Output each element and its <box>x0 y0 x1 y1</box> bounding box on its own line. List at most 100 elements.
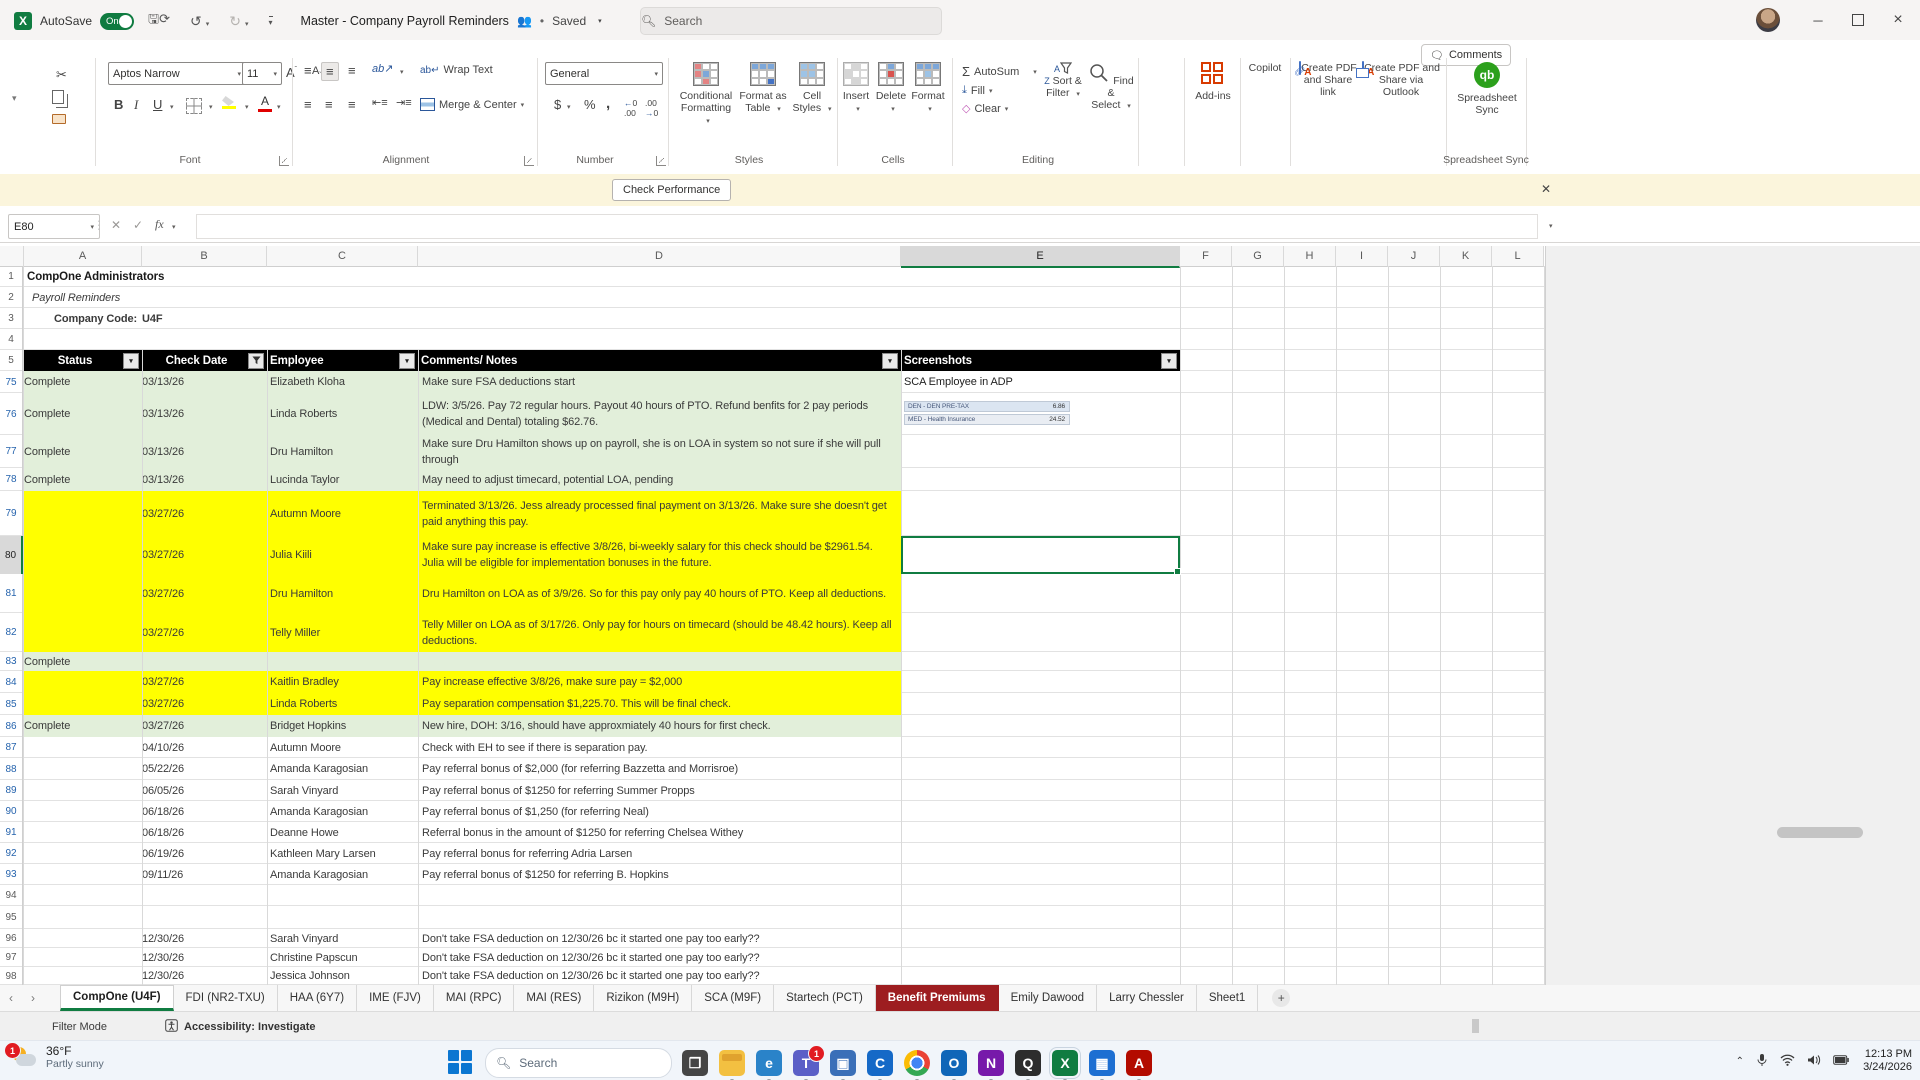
check-date-cell[interactable]: 06/05/26 <box>142 780 267 801</box>
fill-button[interactable]: ⤓ Fill ▾ <box>962 84 1037 97</box>
sheet-tab-mai-res-[interactable]: MAI (RES) <box>514 985 595 1011</box>
employee-cell[interactable]: Autumn Moore <box>267 737 418 758</box>
tab-scroll-left[interactable]: ‹ <box>0 985 22 1011</box>
employee-cell[interactable]: Christine Papscun <box>267 948 418 967</box>
outlook-icon[interactable]: O <box>941 1050 967 1080</box>
insert-function-icon[interactable]: fx <box>148 217 171 232</box>
row-header-90[interactable]: 90 <box>0 801 23 822</box>
embedded-screenshot[interactable]: DEN - DEN PRE-TAX 6.86 <box>904 401 1070 412</box>
employee-cell[interactable] <box>267 906 418 929</box>
check-date-cell[interactable]: 03/13/26 <box>142 468 267 491</box>
underline-chevron[interactable]: ▾ <box>170 103 174 111</box>
employee-cell[interactable]: Sarah Vinyard <box>267 780 418 801</box>
row-header-92[interactable]: 92 <box>0 843 23 864</box>
sheet-tab-startech-pct-[interactable]: Startech (PCT) <box>774 985 876 1011</box>
cell-styles-button[interactable]: Cell Styles ▾ <box>790 62 834 116</box>
cancel-entry-icon[interactable]: ✕ <box>104 218 128 232</box>
screenshots-cell[interactable]: SCA Employee in ADP <box>901 371 1180 393</box>
status-cell[interactable] <box>24 843 142 864</box>
status-cell[interactable] <box>24 929 142 948</box>
screenshots-cell[interactable]: DEN - DEN PRE-TAX 6.86 MED - Health Insura… <box>901 393 1180 435</box>
battery-icon[interactable] <box>1833 1054 1849 1068</box>
notes-column-header[interactable]: Comments/ Notes ▾ <box>418 350 901 371</box>
subtitle-cell[interactable]: Payroll Reminders <box>24 287 324 308</box>
teams-icon[interactable]: T1 <box>793 1045 825 1080</box>
sheet-tab-fdi-nr2-txu-[interactable]: FDI (NR2-TXU) <box>174 985 278 1011</box>
excel-icon[interactable]: X <box>1049 1047 1081 1080</box>
screenshots-cell[interactable] <box>901 929 1180 948</box>
borders-chevron[interactable]: ▾ <box>209 103 213 111</box>
screenshots-cell[interactable] <box>901 737 1180 758</box>
notes-cell[interactable]: Pay referral bonus of $1250 for referrin… <box>418 864 901 885</box>
screenshots-cell[interactable] <box>901 906 1180 929</box>
status-cell[interactable] <box>24 967 142 985</box>
merge-center-button[interactable]: Merge & Center ▾ <box>420 98 524 111</box>
employee-column-header[interactable]: Employee ▾ <box>267 350 418 371</box>
sheet-tab-rizikon-m9h-[interactable]: Rizikon (M9H) <box>594 985 693 1011</box>
cut-icon[interactable]: ✂ <box>52 66 71 83</box>
check-date-cell[interactable]: 03/27/26 <box>142 574 267 613</box>
column-header-B[interactable]: B <box>142 246 267 267</box>
notes-cell[interactable]: New hire, DOH: 3/16, should have approxm… <box>418 715 901 737</box>
row-header-79[interactable]: 79 <box>0 491 23 536</box>
check-date-cell[interactable]: 12/30/26 <box>142 948 267 967</box>
employee-cell[interactable]: Jessica Johnson <box>267 967 418 985</box>
taskbar-search[interactable]: 🔍︎ Search <box>485 1048 672 1078</box>
notes-cell[interactable]: Pay separation compensation $1,225.70. T… <box>418 693 901 715</box>
spreadsheet-sync-button[interactable]: qb Spreadsheet Sync <box>1452 62 1522 116</box>
status-cell[interactable] <box>24 906 142 929</box>
check-date-cell[interactable]: 12/30/26 <box>142 929 267 948</box>
weather-widget[interactable]: 1 36°F Partly sunny <box>4 1042 104 1071</box>
filter-dropdown-icon[interactable]: ▾ <box>123 352 139 369</box>
notes-cell[interactable]: Dru Hamilton on LOA as of 3/9/26. So for… <box>418 574 901 613</box>
notes-cell[interactable]: Pay referral bonus of $1250 for referrin… <box>418 780 901 801</box>
notes-cell[interactable]: Telly Miller on LOA as of 3/17/26. Only … <box>418 613 901 652</box>
microphone-icon[interactable] <box>1756 1053 1768 1070</box>
row-header-83[interactable]: 83 <box>0 652 23 671</box>
screenshots-cell[interactable] <box>901 822 1180 843</box>
acrobat-icon[interactable]: A <box>1126 1050 1152 1080</box>
check-date-cell[interactable]: 03/27/26 <box>142 613 267 652</box>
notes-cell[interactable]: Pay referral bonus of $1,250 (for referr… <box>418 801 901 822</box>
accessibility-status[interactable]: Accessibility: Investigate <box>184 1021 315 1033</box>
employee-cell[interactable]: Kathleen Mary Larsen <box>267 843 418 864</box>
check-date-cell[interactable]: 04/10/26 <box>142 737 267 758</box>
row-header-91[interactable]: 91 <box>0 822 23 843</box>
row-header-93[interactable]: 93 <box>0 864 23 885</box>
status-cell[interactable] <box>24 780 142 801</box>
filter-dropdown-icon[interactable]: ▾ <box>399 352 415 369</box>
row-header-97[interactable]: 97 <box>0 948 23 967</box>
sheet-tab-ime-fjv-[interactable]: IME (FJV) <box>357 985 434 1011</box>
format-painter-icon[interactable] <box>52 114 66 124</box>
sort-filter-button[interactable]: AZ Sort & Filter ▾ <box>1040 62 1086 101</box>
font-dialog-launcher[interactable] <box>279 156 289 166</box>
screenshots-cell[interactable] <box>901 574 1180 613</box>
notes-cell[interactable]: Pay increase effective 3/8/26, make sure… <box>418 671 901 693</box>
column-header-C[interactable]: C <box>267 246 418 267</box>
increase-decimal-icon[interactable]: ←0.00 <box>624 98 637 118</box>
autosum-button[interactable]: Σ AutoSum ▾ <box>962 64 1037 79</box>
row-header-94[interactable]: 94 <box>0 885 23 906</box>
status-cell[interactable] <box>24 693 142 715</box>
row-header-80[interactable]: 80 <box>0 536 23 574</box>
check-date-column-header[interactable]: Check Date <box>142 350 267 371</box>
row-header-4[interactable]: 4 <box>0 329 23 350</box>
check-date-cell[interactable]: 03/13/26 <box>142 371 267 393</box>
row-header-86[interactable]: 86 <box>0 715 23 737</box>
name-box[interactable]: E80 ▾ <box>8 214 100 239</box>
row-header-89[interactable]: 89 <box>0 780 23 801</box>
notes-cell[interactable]: Make sure FSA deductions start <box>418 371 901 393</box>
wrap-text-button[interactable]: ab↵ Wrap Text <box>420 64 493 76</box>
screenshots-cell[interactable] <box>901 801 1180 822</box>
row-header-88[interactable]: 88 <box>0 758 23 780</box>
status-cell[interactable]: Complete <box>24 435 142 468</box>
formula-bar-expand-chevron[interactable]: ▾ <box>1549 222 1553 230</box>
minimize-button[interactable]: ─ <box>1798 0 1838 40</box>
screenshots-cell[interactable] <box>901 948 1180 967</box>
decrease-decimal-icon[interactable]: .00 →0 <box>645 98 658 118</box>
status-cell[interactable] <box>24 801 142 822</box>
start-button[interactable] <box>447 1049 475 1077</box>
wifi-icon[interactable] <box>1780 1054 1795 1069</box>
employee-cell[interactable]: Amanda Karagosian <box>267 801 418 822</box>
align-top-icon[interactable]: ≡ <box>300 62 316 79</box>
